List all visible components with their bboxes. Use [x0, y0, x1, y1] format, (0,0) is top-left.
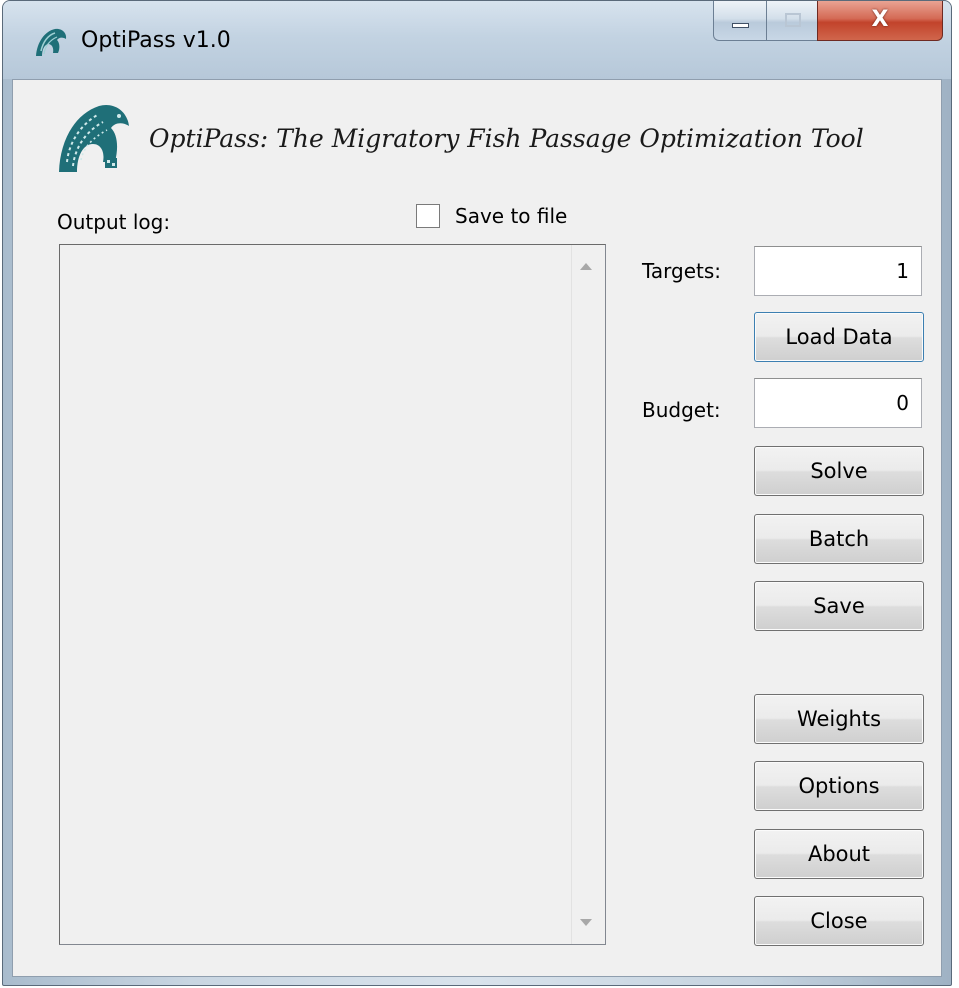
maximize-icon: [785, 13, 801, 27]
fish-logo-icon: [59, 104, 129, 172]
minimize-button[interactable]: [713, 1, 767, 41]
weights-button[interactable]: Weights: [754, 694, 924, 744]
save-to-file-checkbox[interactable]: [416, 204, 440, 228]
scroll-down-arrow-icon[interactable]: [580, 919, 592, 926]
window-title: OptiPass v1.0: [81, 28, 231, 53]
output-log-scrollbar[interactable]: [571, 245, 605, 944]
maximize-button: [766, 1, 818, 41]
about-button[interactable]: About: [754, 829, 924, 879]
save-to-file-label[interactable]: Save to file: [455, 204, 567, 228]
batch-button[interactable]: Batch: [754, 514, 924, 564]
app-window: OptiPass v1.0 X OptiPass: The Migratory …: [2, 0, 952, 986]
scroll-up-arrow-icon[interactable]: [580, 263, 592, 270]
budget-input[interactable]: [754, 378, 922, 428]
options-button[interactable]: Options: [754, 761, 924, 811]
close-button[interactable]: Close: [754, 896, 924, 946]
output-log-label: Output log:: [57, 210, 171, 234]
targets-input[interactable]: [754, 246, 922, 296]
save-button[interactable]: Save: [754, 581, 924, 631]
budget-label: Budget:: [642, 398, 721, 422]
load-data-button[interactable]: Load Data: [754, 312, 924, 362]
output-log[interactable]: [59, 244, 606, 945]
targets-label: Targets:: [642, 259, 722, 283]
caption-buttons: X: [713, 1, 945, 43]
window-close-button[interactable]: X: [817, 1, 943, 41]
title-bar[interactable]: OptiPass v1.0 X: [3, 1, 951, 79]
app-title-icon: [36, 28, 67, 56]
minimize-icon: [732, 23, 749, 28]
app-heading: OptiPass: The Migratory Fish Passage Opt…: [149, 124, 864, 153]
solve-button[interactable]: Solve: [754, 446, 924, 496]
dialog-client-area: OptiPass: The Migratory Fish Passage Opt…: [12, 79, 942, 977]
close-icon: X: [871, 7, 889, 32]
